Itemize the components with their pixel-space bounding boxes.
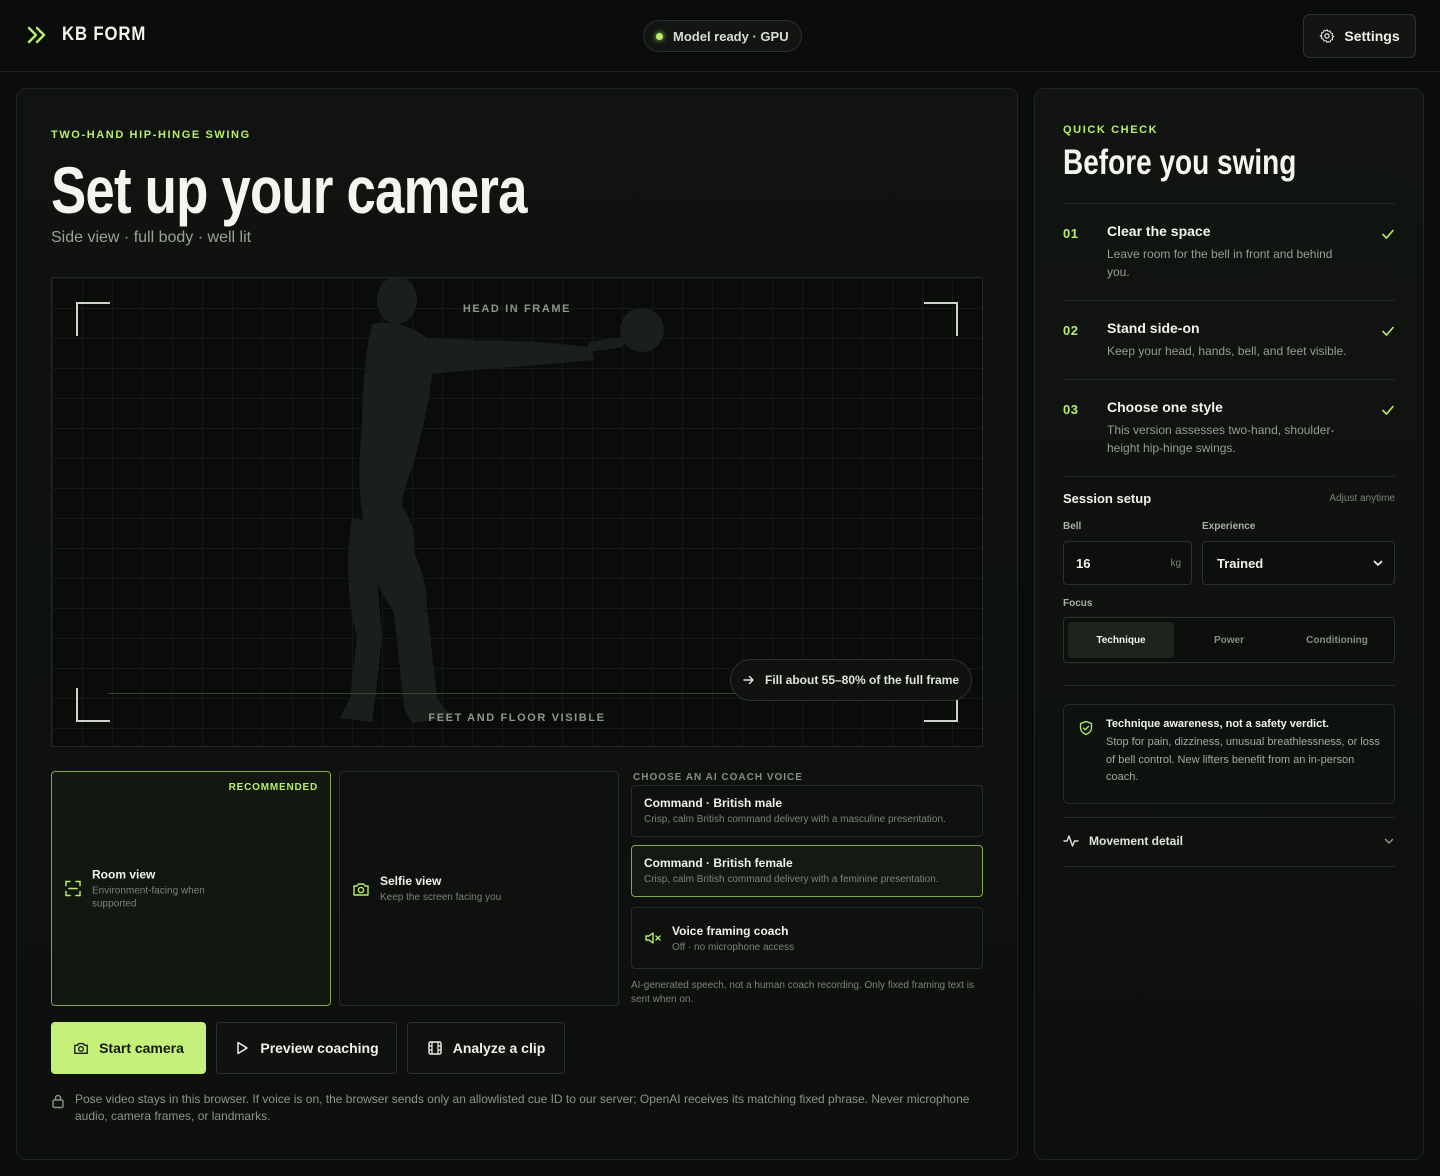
divider bbox=[1063, 817, 1395, 818]
check-number: 01 bbox=[1063, 226, 1079, 241]
selfie-view-option[interactable]: Selfie view Keep the screen facing you bbox=[339, 771, 619, 1006]
voice-framing-coach-toggle[interactable]: Voice framing coach Off · no microphone … bbox=[631, 907, 983, 969]
exercise-eyebrow: TWO-HAND HIP-HINGE SWING bbox=[51, 129, 251, 141]
checkmark-icon bbox=[1382, 405, 1394, 415]
focus-segmented-control: Technique Power Conditioning bbox=[1063, 617, 1395, 663]
voice-disclaimer: AI-generated speech, not a human coach r… bbox=[631, 980, 974, 1005]
status-dot-icon bbox=[656, 32, 663, 40]
bell-weight-unit: kg bbox=[1170, 557, 1181, 569]
voice-option-desc: Off · no microphone access bbox=[672, 941, 795, 953]
focus-label: Focus bbox=[1063, 598, 1093, 609]
voice-option-title: Voice framing coach bbox=[672, 923, 789, 938]
voice-option-desc: Crisp, calm British command delivery wit… bbox=[644, 814, 946, 825]
top-bar: KB FORM Model ready · GPU Settings bbox=[0, 0, 1440, 72]
voice-option-title: Command · British female bbox=[644, 856, 793, 870]
checkmark-icon bbox=[1382, 326, 1394, 336]
start-camera-button[interactable]: Start camera bbox=[51, 1022, 206, 1074]
checklist-item: 03 Choose one style This version assesse… bbox=[1063, 380, 1395, 477]
experience-value: Trained bbox=[1217, 555, 1264, 571]
settings-label: Settings bbox=[1344, 28, 1400, 44]
movement-detail-toggle[interactable]: Movement detail bbox=[1063, 827, 1395, 855]
divider bbox=[1063, 685, 1395, 686]
play-icon bbox=[237, 1041, 249, 1055]
check-number: 03 bbox=[1063, 402, 1079, 417]
camera-icon bbox=[74, 1042, 88, 1054]
quick-check-eyebrow: QUICK CHECK bbox=[1063, 124, 1159, 136]
bell-label: Bell bbox=[1063, 521, 1082, 532]
quick-check-title: Before you swing bbox=[1063, 143, 1297, 182]
feet-visible-label: FEET AND FLOOR VISIBLE bbox=[428, 712, 606, 724]
double-chevron-right-icon bbox=[27, 26, 46, 44]
privacy-text: Pose video stays in this browser. If voi… bbox=[75, 1092, 970, 1123]
model-status-badge: Model ready · GPU bbox=[643, 20, 802, 52]
check-title: Clear the space bbox=[1107, 223, 1211, 239]
check-desc: This version assesses two-hand, shoulder… bbox=[1107, 423, 1335, 455]
chevron-down-icon bbox=[1384, 838, 1394, 844]
safety-title: Technique awareness, not a safety verdic… bbox=[1106, 718, 1329, 730]
room-view-title: Room view bbox=[92, 867, 156, 881]
brand[interactable]: KB FORM bbox=[26, 24, 158, 46]
focus-tab-power[interactable]: Power bbox=[1176, 622, 1282, 658]
activity-pulse-icon bbox=[1063, 835, 1079, 847]
session-setup-title: Session setup bbox=[1063, 491, 1152, 506]
check-title: Choose one style bbox=[1107, 399, 1223, 415]
frame-fill-hint: Fill about 55–80% of the full frame bbox=[730, 659, 973, 701]
checklist-item: 01 Clear the space Leave room for the be… bbox=[1063, 204, 1395, 301]
check-number: 02 bbox=[1063, 323, 1079, 338]
camera-preview: HEAD IN FRAME FEET AND FLOOR VISIBLE Fil… bbox=[51, 277, 983, 747]
selfie-view-desc: Keep the screen facing you bbox=[380, 891, 502, 903]
voice-option-title: Command · British male bbox=[644, 796, 783, 810]
preview-coaching-label: Preview coaching bbox=[260, 1040, 379, 1056]
movement-detail-label: Movement detail bbox=[1089, 834, 1184, 848]
recommended-badge: RECOMMENDED bbox=[228, 782, 318, 793]
brand-name: KB FORM bbox=[62, 24, 147, 45]
bell-weight-value: 16 bbox=[1076, 555, 1091, 571]
voice-option-desc: Crisp, calm British command delivery wit… bbox=[644, 874, 939, 885]
voice-heading: CHOOSE AN AI COACH VOICE bbox=[633, 772, 803, 783]
shield-check-icon bbox=[1079, 720, 1093, 736]
experience-select[interactable]: Trained bbox=[1202, 541, 1395, 585]
room-view-option[interactable]: RECOMMENDED Room view Environment-facing… bbox=[51, 771, 331, 1006]
privacy-note: Pose video stays in this browser. If voi… bbox=[51, 1091, 991, 1125]
safety-text: Stop for pain, dizziness, unusual breath… bbox=[1106, 736, 1380, 783]
focus-tab-conditioning[interactable]: Conditioning bbox=[1284, 622, 1390, 658]
arrow-right-icon bbox=[743, 675, 754, 685]
analyze-clip-label: Analyze a clip bbox=[452, 1040, 546, 1056]
selfie-view-title: Selfie view bbox=[380, 873, 442, 888]
camera-icon bbox=[353, 882, 369, 896]
camera-setup-panel: TWO-HAND HIP-HINGE SWING Set up your cam… bbox=[16, 88, 1018, 1160]
check-title: Stand side-on bbox=[1107, 320, 1200, 336]
athlete-silhouette bbox=[340, 278, 664, 723]
frame-fill-hint-text: Fill about 55–80% of the full frame bbox=[765, 673, 960, 687]
check-desc: Leave room for the bell in front and beh… bbox=[1107, 247, 1333, 279]
experience-label: Experience bbox=[1202, 521, 1256, 532]
checklist-item: 02 Stand side-on Keep your head, hands, … bbox=[1063, 301, 1395, 380]
safety-notice: Technique awareness, not a safety verdic… bbox=[1063, 704, 1395, 804]
lock-icon bbox=[52, 1094, 64, 1109]
settings-button[interactable]: Settings bbox=[1303, 14, 1416, 58]
analyze-clip-button[interactable]: Analyze a clip bbox=[407, 1022, 565, 1074]
model-status-text: Model ready · GPU bbox=[673, 28, 789, 44]
focus-tab-technique[interactable]: Technique bbox=[1068, 622, 1174, 658]
head-in-frame-label: HEAD IN FRAME bbox=[462, 303, 572, 315]
voice-option-british-male[interactable]: Command · British male Crisp, calm Briti… bbox=[631, 785, 983, 837]
preview-coaching-button[interactable]: Preview coaching bbox=[216, 1022, 397, 1074]
check-desc: Keep your head, hands, bell, and feet vi… bbox=[1107, 344, 1347, 358]
session-setup-hint: Adjust anytime bbox=[1329, 493, 1395, 504]
speaker-muted-icon bbox=[645, 932, 661, 944]
voice-option-british-female[interactable]: Command · British female Crisp, calm Bri… bbox=[631, 845, 983, 897]
quick-check-panel: QUICK CHECK Before you swing 01 Clear th… bbox=[1034, 88, 1424, 1160]
scan-frame-icon bbox=[65, 880, 81, 897]
page-subtitle: Side view · full body · well lit bbox=[51, 229, 252, 246]
page-title: Set up your camera bbox=[51, 153, 527, 227]
film-icon bbox=[428, 1041, 442, 1055]
checkmark-icon bbox=[1382, 229, 1394, 239]
checklist: 01 Clear the space Leave room for the be… bbox=[1063, 203, 1395, 477]
bell-weight-input[interactable]: 16 kg bbox=[1063, 541, 1192, 585]
start-camera-label: Start camera bbox=[99, 1040, 184, 1056]
room-view-desc: Environment-facing when supported bbox=[92, 885, 205, 909]
gear-icon bbox=[1320, 29, 1335, 43]
divider bbox=[1063, 866, 1395, 867]
chevron-down-icon bbox=[1373, 560, 1383, 566]
